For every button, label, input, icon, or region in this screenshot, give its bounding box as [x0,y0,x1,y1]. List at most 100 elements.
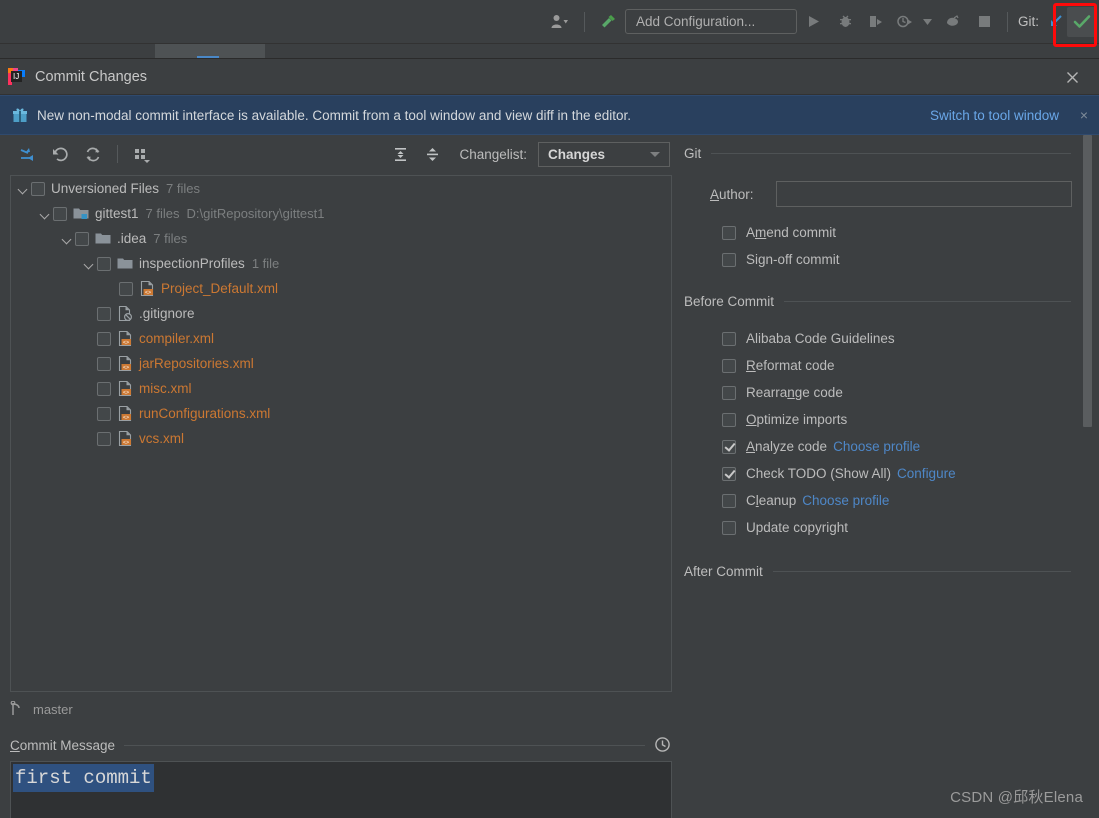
checkbox-row[interactable]: Update copyright [684,514,1099,541]
tree-expand-chevron-icon[interactable] [81,256,97,272]
tree-row[interactable]: gittest1 7 files D:\gitRepository\gittest1 [11,201,671,226]
switch-to-tool-window-link[interactable]: Switch to tool window [930,108,1059,123]
commit-message-input[interactable]: first commit [10,761,672,818]
checkbox-row[interactable]: Check TODO (Show All) Configure [684,460,1099,487]
changelist-select[interactable]: Changes [538,141,670,167]
run-icon[interactable] [797,8,831,36]
commit-options-pane: Git Author: Amend commit Sign-off commit … [676,135,1099,818]
checkbox-row[interactable]: Alibaba Code Guidelines [684,325,1099,352]
label-prefix: Rearra [746,385,788,400]
tree-row[interactable]: inspectionProfiles 1 file [11,251,671,276]
option-link[interactable]: Choose profile [802,493,889,508]
checkbox[interactable] [722,225,736,240]
expand-all-icon[interactable] [385,141,415,167]
debug-icon[interactable] [831,8,861,36]
banner-close-icon[interactable]: × [1077,107,1091,123]
checkbox-row[interactable]: Amend commit [684,219,1099,246]
tree-row-checkbox[interactable] [97,356,111,371]
attach-debugger-icon[interactable] [937,8,969,36]
run-configuration-selector[interactable]: Add Configuration... [624,9,797,34]
move-to-another-changelist-icon[interactable] [14,141,44,167]
git-group-header: Git [684,143,1099,163]
checkbox-row[interactable]: Reformat code [684,352,1099,379]
author-label-rest: uthor: [719,186,754,202]
tree-row[interactable]: <> vcs.xml [11,426,671,451]
checkbox[interactable] [722,439,736,454]
tree-row-checkbox[interactable] [97,331,111,346]
tree-expand-chevron-icon[interactable] [15,181,31,197]
tree-row[interactable]: .gitignore [11,301,671,326]
user-dropdown-icon[interactable] [542,8,578,36]
tree-row-checkbox[interactable] [31,181,45,196]
group-by-icon[interactable] [127,141,157,167]
history-clock-icon[interactable] [654,736,672,754]
tree-row[interactable]: <> misc.xml [11,376,671,401]
update-project-icon[interactable] [1045,8,1067,36]
tree-row-checkbox[interactable] [97,256,111,271]
checkbox[interactable] [722,520,736,535]
author-mnemonic: A [710,186,720,202]
tree-row-checkbox[interactable] [97,306,111,321]
options-scrollbar[interactable] [1083,135,1092,725]
stop-icon[interactable] [969,8,1001,36]
commit-checkmark-icon[interactable] [1067,6,1097,37]
tree-row[interactable]: Unversioned Files 7 files [11,176,671,201]
tree-row[interactable]: .idea 7 files [11,226,671,251]
checkbox[interactable] [722,252,736,267]
editor-tab[interactable] [155,44,265,58]
run-with-coverage-icon[interactable] [861,8,891,36]
label-mnemonic: n [787,385,795,400]
checkbox-row[interactable]: Sign-off commit [684,246,1099,273]
changes-tree[interactable]: Unversioned Files 7 files gittest1 7 files D… [10,175,672,692]
changes-pane: Changelist: Changes Unversioned Files 7 f… [0,135,676,818]
checkbox[interactable] [722,466,736,481]
tree-row[interactable]: <> Project_Default.xml [11,276,671,301]
label-mnemonic: g [758,252,766,267]
tree-expand-chevron-icon[interactable] [37,206,53,222]
checkbox[interactable] [722,358,736,373]
profiler-icon[interactable] [891,8,919,36]
rollback-icon[interactable] [46,141,76,167]
option-link[interactable]: Configure [897,466,956,481]
chevron-down-icon[interactable] [919,8,937,36]
xml-file-icon: <> [117,405,134,422]
svg-text:<>: <> [123,364,129,370]
tree-row-name: .gitignore [139,306,195,321]
checkbox[interactable] [722,385,736,400]
tree-row-checkbox[interactable] [97,406,111,421]
tree-row-checkbox[interactable] [119,281,133,296]
checkbox[interactable] [722,412,736,427]
tree-row[interactable]: <> runConfigurations.xml [11,401,671,426]
checkbox[interactable] [722,493,736,508]
tree-row-checkbox[interactable] [53,206,67,221]
tree-row-checkbox[interactable] [97,431,111,446]
refresh-icon[interactable] [78,141,108,167]
tree-row-name: gittest1 [95,206,139,221]
checkbox[interactable] [722,331,736,346]
checkbox-label: Reformat code [746,358,835,373]
tree-row-name: vcs.xml [139,431,184,446]
checkbox-label: Analyze code [746,439,827,454]
tree-row[interactable]: <> compiler.xml [11,326,671,351]
after-commit-group-header: After Commit [684,561,1099,581]
option-link[interactable]: Choose profile [833,439,920,454]
divider [784,300,1071,302]
author-input[interactable] [776,181,1072,207]
editor-tab-row [0,44,1099,58]
tree-row-checkbox[interactable] [97,381,111,396]
checkbox-row[interactable]: Rearrange code [684,379,1099,406]
collapse-all-icon[interactable] [417,141,447,167]
tree-expand-chevron-icon[interactable] [59,231,75,247]
xml-file-icon: <> [117,355,134,372]
checkbox-row[interactable]: Optimize imports [684,406,1099,433]
tree-row[interactable]: <> jarRepositories.xml [11,351,671,376]
dialog-close-button[interactable] [1063,68,1081,86]
build-hammer-icon[interactable] [591,8,625,36]
checkbox-row[interactable]: Cleanup Choose profile [684,487,1099,514]
checkbox-row[interactable]: Analyze code Choose profile [684,433,1099,460]
commit-message-label-rest: ommit Message [19,737,116,753]
dialog-title: Commit Changes [35,68,148,85]
tree-row-checkbox[interactable] [75,231,89,246]
scrollbar-thumb[interactable] [1083,135,1092,427]
